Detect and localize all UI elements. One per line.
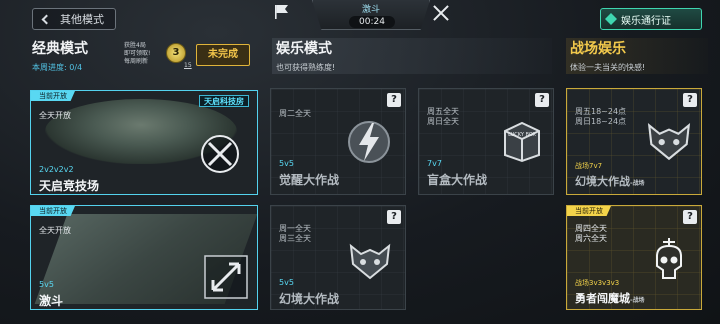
reward-count: 15: [184, 62, 192, 69]
help-icon[interactable]: ?: [683, 93, 697, 107]
entertainment-mode-header: 娱乐模式 也可获得熟练度!: [272, 38, 552, 76]
svg-text:LUCKY BOX: LUCKY BOX: [508, 132, 536, 138]
mode-card-tianqi-arena[interactable]: 当前开放 天启科技房 全天开放 2v2v2v2 天启竞技场: [30, 90, 258, 195]
section-subtitle: 体验一夫当关的快感!: [570, 63, 646, 72]
schedule-text: 周五全天 周日全天: [427, 107, 459, 126]
wolf-head-icon: [349, 243, 391, 280]
mode-card-manghe[interactable]: ? 周五全天 周日全天 LUCKY BOX 7v7 盲盒大作战: [418, 88, 554, 195]
help-icon[interactable]: ?: [387, 210, 401, 224]
lightning-icon: [348, 121, 390, 163]
mode-name: 激斗: [39, 294, 64, 308]
mode-card-huanjing[interactable]: ? 周一全天 周三全天 5v5 幻境大作战: [270, 205, 406, 310]
help-icon[interactable]: ?: [535, 93, 549, 107]
open-now-tag: 当前开放: [567, 206, 611, 216]
team-format: 战场7v7: [575, 162, 603, 170]
mode-name: 幻境大作战: [279, 292, 340, 306]
back-chevron-icon: [41, 14, 52, 24]
team-format: 5v5: [279, 278, 294, 287]
mode-card-yongzhe[interactable]: 当前开放 ? 周四全天 周六全天 战场3v3v3v3 勇者闯魔城-战场: [566, 205, 702, 310]
mode-name: 觉醒大作战: [279, 173, 340, 187]
status-badge: 未完成: [196, 44, 250, 66]
schedule-text: 周一全天 周三全天: [279, 224, 311, 243]
schedule-text: 全天开放: [39, 111, 71, 120]
flag-icon[interactable]: [274, 5, 290, 19]
team-format: 2v2v2v2: [39, 165, 74, 174]
help-icon[interactable]: ?: [387, 93, 401, 107]
swords-icon: [201, 135, 239, 173]
pass-icon: [605, 13, 617, 25]
team-format: 7v7: [427, 159, 442, 168]
schedule-text: 全天开放: [39, 226, 71, 235]
team-format: 5v5: [39, 280, 54, 289]
schedule-text: 周五18~24点 周日18~24点: [575, 107, 627, 126]
mode-card-juexing[interactable]: ? 周二全天 5v5 觉醒大作战: [270, 88, 406, 195]
expand-icon: [204, 255, 248, 299]
entertainment-pass-button[interactable]: 娱乐通行证: [600, 8, 702, 30]
match-timer: 00:24: [349, 16, 395, 28]
mode-name: 盲盒大作战: [427, 173, 488, 187]
mode-name: 幻境大作战-战场: [575, 175, 645, 188]
schedule-text: 周四全天 周六全天: [575, 224, 607, 243]
section-title: 娱乐模式: [276, 41, 332, 57]
battlefield-mode-header: 战场娱乐 体验一夫当关的快感!: [566, 38, 708, 76]
team-format: 5v5: [279, 159, 294, 168]
weekly-note: 获胜4局 即可领取! 每周刷新: [124, 42, 151, 65]
pass-label: 娱乐通行证: [621, 15, 671, 27]
match-panel: 激斗 00:24: [312, 0, 430, 30]
team-format: 战场3v3v3v3: [575, 279, 620, 287]
classic-mode-header: 经典模式 本周进度: 0/4 获胜4局 即可领取! 每周刷新 3 15 未完成: [32, 38, 256, 76]
tianqi-tech-badge: 天启科技房: [199, 95, 249, 107]
wolf-head-icon: [647, 123, 691, 161]
section-title: 战场娱乐: [570, 41, 626, 57]
back-button[interactable]: 其他模式: [32, 8, 116, 30]
skull-icon: [656, 238, 682, 279]
match-status-bar: 激斗 00:24: [262, 0, 472, 30]
mode-card-huanjing-battlefield[interactable]: ? 周五18~24点 周日18~24点 战场7v7 幻境大作战-战场: [566, 88, 702, 195]
schedule-text: 周二全天: [279, 109, 311, 118]
lucky-box-icon: LUCKY BOX: [504, 121, 540, 163]
current-mode: 激斗: [361, 5, 380, 15]
section-subtitle: 也可获得熟练度!: [276, 63, 336, 72]
help-icon[interactable]: ?: [683, 210, 697, 224]
back-label: 其他模式: [60, 13, 104, 26]
mode-name: 天启竞技场: [39, 179, 100, 193]
mode-name: 勇者闯魔城-战场: [575, 292, 645, 305]
open-now-tag: 当前开放: [31, 91, 75, 101]
close-icon[interactable]: [432, 4, 450, 22]
reward-coin-icon[interactable]: 3: [166, 43, 186, 63]
mode-card-jidou[interactable]: 当前开放 全天开放 5v5 激斗: [30, 205, 258, 310]
open-now-tag: 当前开放: [31, 206, 75, 216]
